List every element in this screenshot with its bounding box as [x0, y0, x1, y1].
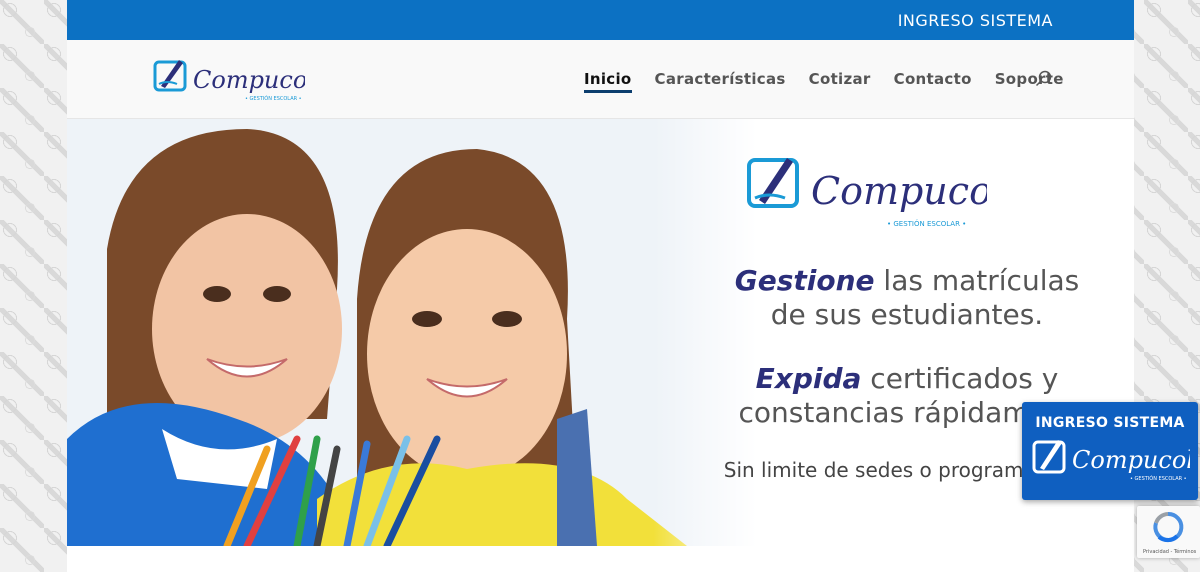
hero-logo-brand: Compucol [811, 169, 987, 213]
search-icon [1035, 70, 1052, 87]
ingreso-sistema-link[interactable]: INGRESO SISTEMA [898, 11, 1053, 30]
hero-line-3-emphasis: Expida [755, 362, 862, 395]
site-logo[interactable]: Compucol • GESTIÓN ESCOLAR • [153, 56, 305, 104]
logo-tagline-text: • GESTIÓN ESCOLAR • [245, 95, 302, 102]
hero-photo-girls [67, 119, 757, 546]
compucol-logo-icon: Compucol • GESTIÓN ESCOLAR • [153, 60, 305, 102]
site-header: Compucol • GESTIÓN ESCOLAR • Inicio Cara… [67, 40, 1134, 119]
floating-compucol-logo: Compucol • GESTIÓN ESCOLAR • [1032, 440, 1190, 482]
nav-item-contacto[interactable]: Contacto [894, 70, 972, 88]
logo-brand-text: Compucol [193, 66, 305, 94]
page: INGRESO SISTEMA Compucol • GESTIÓN ESCOL… [67, 0, 1134, 572]
hero-line-1-emphasis: Gestione [734, 264, 875, 297]
floating-widget-title: INGRESO SISTEMA [1035, 415, 1185, 431]
nav-item-cotizar[interactable]: Cotizar [809, 70, 871, 88]
hero-banner: Compucol • GESTIÓN ESCOLAR • Gestione la… [67, 119, 1134, 546]
recaptcha-privacy-terms[interactable]: Privacidad - Términos [1143, 549, 1196, 555]
hero-line-3-rest: certificados y [861, 362, 1059, 395]
recaptcha-icon [1153, 511, 1184, 543]
hero-line-1-rest: las matrículas [874, 264, 1080, 297]
nav-item-inicio[interactable]: Inicio [584, 70, 632, 93]
top-bar: INGRESO SISTEMA [67, 0, 1134, 40]
hero-line-1: Gestione las matrículas [667, 264, 1134, 298]
nav-item-caracteristicas[interactable]: Características [655, 70, 786, 88]
hero-compucol-logo: Compucol • GESTIÓN ESCOLAR • [747, 158, 987, 228]
main-nav: Inicio Características Cotizar Contacto … [584, 70, 1087, 93]
hero-line-2: de sus estudiantes. [770, 298, 1044, 331]
hero-line-3: Expida certificados y [667, 362, 1134, 396]
recaptcha-badge[interactable]: Privacidad - Términos [1137, 506, 1200, 558]
nav-item-soporte[interactable]: Soporte [995, 70, 1064, 88]
floating-logo-tagline: • GESTIÓN ESCOLAR • [1130, 475, 1187, 482]
floating-logo-brand: Compucol [1072, 446, 1190, 474]
floating-ingreso-sistema-button[interactable]: INGRESO SISTEMA Compucol • GESTIÓN ESCOL… [1022, 402, 1198, 500]
search-button[interactable] [1035, 70, 1053, 88]
hero-logo-tagline: • GESTIÓN ESCOLAR • [887, 219, 966, 228]
